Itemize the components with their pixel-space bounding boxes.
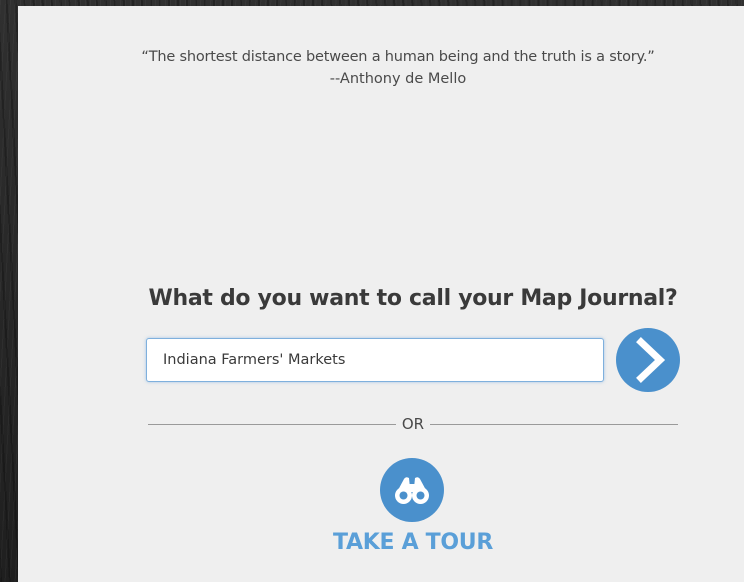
divider-line-right: [430, 424, 678, 425]
submit-title-button[interactable]: [616, 328, 680, 392]
take-a-tour-button[interactable]: [380, 458, 444, 522]
title-prompt: What do you want to call your Map Journa…: [148, 286, 678, 311]
chevron-right-icon: [636, 337, 666, 383]
quote-author: --Anthony de Mello: [329, 71, 467, 87]
quote-text: “The shortest distance between a human b…: [141, 49, 655, 65]
binoculars-icon: [395, 477, 429, 504]
or-divider-label: OR: [401, 415, 425, 433]
builder-panel: “The shortest distance between a human b…: [18, 6, 744, 582]
take-a-tour-link[interactable]: TAKE A TOUR: [318, 530, 508, 555]
divider-line-left: [148, 424, 396, 425]
journal-title-input[interactable]: [146, 338, 604, 382]
